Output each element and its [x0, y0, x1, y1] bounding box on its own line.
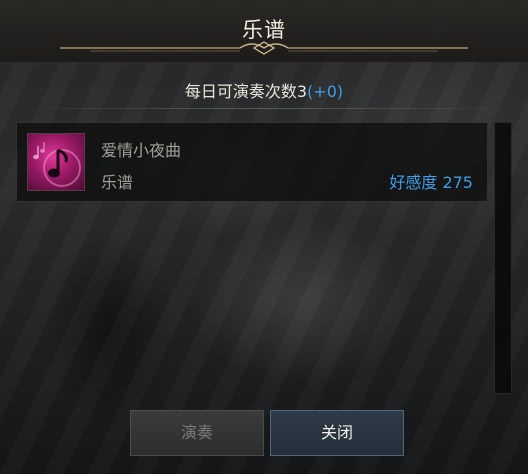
- dialog-titlebar: 乐谱: [0, 0, 528, 62]
- counter-label: 每日可演奏次数3: [184, 82, 308, 101]
- score-affinity: 好感度 275: [389, 173, 473, 192]
- score-list-item[interactable]: 爱情小夜曲 乐谱 好感度 275: [16, 122, 488, 202]
- title-ornament-icon: [60, 41, 468, 55]
- counter-bonus: (+0): [307, 82, 344, 101]
- header-divider: [14, 108, 514, 109]
- play-button[interactable]: 演奏: [130, 410, 264, 456]
- score-name: 爱情小夜曲: [101, 141, 182, 160]
- daily-play-counter: 每日可演奏次数3(+0): [0, 78, 528, 102]
- close-button[interactable]: 关闭: [270, 410, 404, 456]
- score-type: 乐谱: [101, 173, 134, 192]
- list-scrollbar[interactable]: [494, 122, 512, 394]
- music-score-icon: [27, 133, 85, 191]
- score-list: 爱情小夜曲 乐谱 好感度 275: [16, 122, 488, 394]
